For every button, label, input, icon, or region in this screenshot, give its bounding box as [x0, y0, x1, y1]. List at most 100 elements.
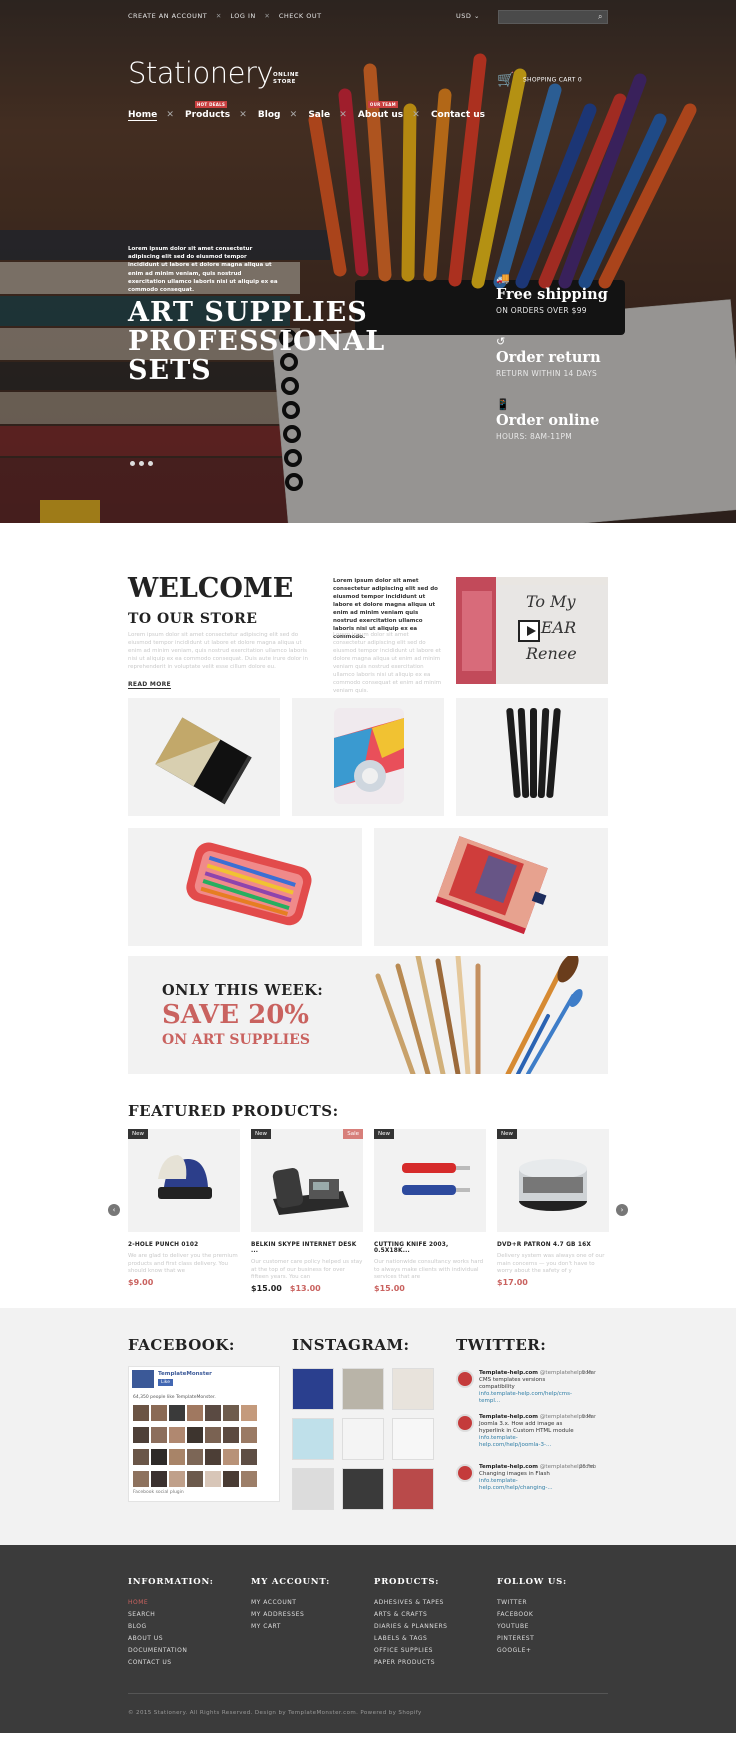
footer-link[interactable]: FACEBOOK [497, 1611, 567, 1618]
tweet-link[interactable]: info.template-help.com/help/joomla-3-... [479, 1435, 579, 1449]
product-image[interactable]: New [128, 1129, 240, 1232]
nav-item-products[interactable]: HOT DEALS Products [185, 101, 231, 120]
search-icon[interactable]: ⌕ [598, 12, 603, 22]
tweet-text: Changing images in Flash info.template-he… [479, 1471, 579, 1492]
instagram-photo[interactable] [392, 1468, 434, 1510]
footer-link[interactable]: HOME [128, 1599, 214, 1606]
nav-label: Products [185, 110, 231, 120]
nav-item-contact[interactable]: Contact us [431, 110, 485, 120]
cutting-knife-image [402, 1163, 470, 1195]
footer-link[interactable]: YOUTUBE [497, 1623, 567, 1630]
footer-link[interactable]: PAPER PRODUCTS [374, 1659, 447, 1666]
social-section: FACEBOOK: INSTAGRAM: TWITTER: TemplateMo… [0, 1308, 736, 1545]
nav-item-home[interactable]: Home [128, 110, 158, 121]
footer-link[interactable]: ADHESIVES & TAPES [374, 1599, 447, 1606]
instagram-photo[interactable] [342, 1468, 384, 1510]
nav-item-about[interactable]: OUR TEAM About us [358, 101, 403, 120]
product-image[interactable]: New [374, 1129, 486, 1232]
footer-link[interactable]: OFFICE SUPPLIES [374, 1647, 447, 1654]
site-footer: INFORMATION: HOME SEARCH BLOG ABOUT US D… [0, 1545, 736, 1733]
nav-item-blog[interactable]: Blog [258, 110, 281, 120]
footer-link[interactable]: TWITTER [497, 1599, 567, 1606]
benefit-order-return: ↺ Order return RETURN WITHIN 14 DAYS [496, 335, 608, 378]
footer-link[interactable]: ABOUT US [128, 1635, 214, 1642]
cart-icon: 🛒 [497, 72, 515, 88]
footer-link[interactable]: DIARIES & PLANNERS [374, 1623, 447, 1630]
separator-icon: ✕ [289, 110, 298, 120]
tweet-author[interactable]: Template-help.com @templatehelpcom [479, 1464, 594, 1470]
site-logo[interactable]: Stationery [128, 56, 274, 90]
instagram-photo[interactable] [292, 1468, 334, 1510]
tape-image [334, 708, 404, 804]
hero-title: ART SUPPLIES PROFESSIONAL SETS [128, 298, 385, 385]
tweet-author[interactable]: Template-help.com @templatehelpcom [479, 1370, 594, 1376]
product-card[interactable]: New CUTTING KNIFE 2003, 0.5X18K... Our n… [374, 1129, 486, 1293]
login-link[interactable]: LOG IN [230, 12, 255, 20]
footer-link[interactable]: MY ADDRESSES [251, 1611, 330, 1618]
product-name[interactable]: DVD+R PATRON 4.7 GB 16X [497, 1242, 609, 1248]
featured-products-title: FEATURED PRODUCTS: [128, 1102, 339, 1120]
category-tile-pens[interactable] [456, 698, 608, 816]
paint-brushes-image [375, 956, 583, 1074]
footer-column-follow-us: FOLLOW US: TWITTER FACEBOOK YOUTUBE PINT… [497, 1577, 567, 1659]
slider-dot[interactable] [139, 461, 144, 466]
pens-image [506, 708, 561, 798]
play-icon[interactable] [518, 620, 540, 642]
product-card[interactable]: New 2-HOLE PUNCH 0102 We are glad to del… [128, 1129, 240, 1287]
carousel-prev-button[interactable]: ‹ [108, 1204, 120, 1216]
instagram-photo[interactable] [392, 1418, 434, 1460]
twitter-avatar [456, 1370, 474, 1388]
checkout-link[interactable]: CHECK OUT [279, 12, 322, 20]
tweet-link[interactable]: info.template-help.com/help/changing-... [479, 1478, 579, 1492]
footer-link[interactable]: PINTEREST [497, 1635, 567, 1642]
category-tile-notebook[interactable] [128, 698, 280, 816]
footer-link[interactable]: SEARCH [128, 1611, 214, 1618]
return-icon: ↺ [496, 335, 506, 348]
instagram-photo[interactable] [392, 1368, 434, 1410]
tweet-author[interactable]: Template-help.com @templatehelpcom [479, 1414, 594, 1420]
product-price: $15.00 [374, 1284, 486, 1293]
footer-link[interactable]: CONTACT US [128, 1659, 214, 1666]
read-more-link[interactable]: READ MORE [128, 681, 171, 689]
category-tile-planner[interactable] [374, 828, 608, 946]
product-price: $17.00 [497, 1278, 609, 1287]
category-tile-art-kit[interactable] [128, 828, 362, 946]
footer-link[interactable]: DOCUMENTATION [128, 1647, 214, 1654]
product-card[interactable]: New DVD+R PATRON 4.7 GB 16X Delivery sys… [497, 1129, 609, 1287]
product-image[interactable]: New [497, 1129, 609, 1232]
shopping-cart-link[interactable]: 🛒 SHOPPING CART 0 [497, 72, 582, 88]
search-input[interactable]: ⌕ [498, 10, 608, 24]
product-image[interactable]: New Sale [251, 1129, 363, 1232]
product-name[interactable]: 2-HOLE PUNCH 0102 [128, 1242, 240, 1248]
product-card[interactable]: New Sale BELKIN SKYPE INTERNET DESK ... … [251, 1129, 363, 1293]
product-name[interactable]: CUTTING KNIFE 2003, 0.5X18K... [374, 1242, 486, 1254]
benefit-order-online: 📱 Order online HOURS: 8AM-11PM [496, 398, 608, 441]
currency-selector[interactable]: USD ⌄ [456, 12, 480, 20]
video-thumbnail[interactable]: To My DEAR Renee [456, 577, 608, 684]
promo-banner[interactable]: ONLY THIS WEEK: SAVE 20% ON ART SUPPLIES [128, 956, 608, 1074]
category-tile-tape[interactable] [292, 698, 444, 816]
carousel-next-button[interactable]: › [616, 1204, 628, 1216]
facebook-page-name[interactable]: TemplateMonster [158, 1371, 212, 1377]
footer-link[interactable]: ARTS & CRAFTS [374, 1611, 447, 1618]
footer-link[interactable]: MY ACCOUNT [251, 1599, 330, 1606]
instagram-photo[interactable] [342, 1368, 384, 1410]
facebook-widget[interactable]: TemplateMonster Like 64,350 people like … [128, 1366, 280, 1502]
slider-dot[interactable] [130, 461, 135, 466]
phone-icon: 📱 [496, 398, 510, 411]
footer-link[interactable]: GOOGLE+ [497, 1647, 567, 1654]
nav-item-sale[interactable]: Sale [308, 110, 330, 120]
tweet-item: Template-help.com @templatehelpcom 9 Mar… [456, 1370, 596, 1410]
footer-link[interactable]: MY CART [251, 1623, 330, 1630]
footer-link[interactable]: BLOG [128, 1623, 214, 1630]
logo-subtitle-line2: STORE [273, 79, 296, 85]
instagram-photo[interactable] [342, 1418, 384, 1460]
footer-link[interactable]: LABELS & TAGS [374, 1635, 447, 1642]
facebook-like-button[interactable]: Like [158, 1379, 173, 1386]
tweet-link[interactable]: info.template-help.com/help/cms-templ... [479, 1391, 579, 1405]
instagram-photo[interactable] [292, 1368, 334, 1410]
create-account-link[interactable]: CREATE AN ACCOUNT [128, 12, 207, 20]
product-name[interactable]: BELKIN SKYPE INTERNET DESK ... [251, 1242, 363, 1254]
slider-dot[interactable] [148, 461, 153, 466]
instagram-photo[interactable] [292, 1418, 334, 1460]
